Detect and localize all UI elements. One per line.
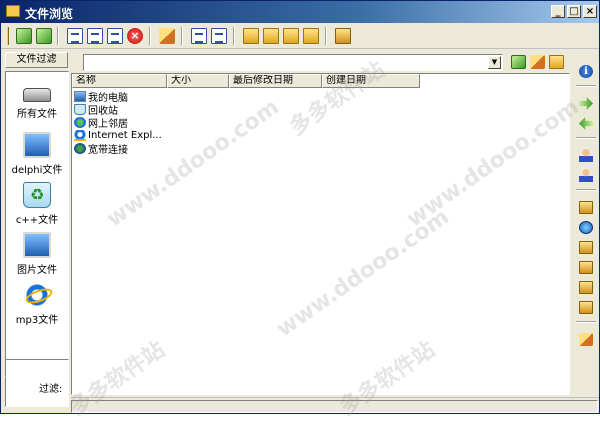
ie-icon xyxy=(23,282,51,308)
maximize-button[interactable]: □ xyxy=(567,5,581,18)
note-edit-icon[interactable] xyxy=(579,333,593,346)
user-export-icon[interactable] xyxy=(579,149,593,162)
delete-icon[interactable]: × xyxy=(127,28,143,44)
refresh-icon[interactable] xyxy=(16,28,32,44)
list-item[interactable]: 网上邻居 xyxy=(74,116,128,130)
info-icon[interactable]: i xyxy=(579,65,593,78)
ie-icon xyxy=(74,130,86,141)
browse-folder-icon[interactable] xyxy=(549,55,564,69)
filter-item-label: 所有文件 xyxy=(17,109,57,120)
column-modified[interactable]: 最后修改日期 xyxy=(229,74,322,88)
filter-item-label: c++文件 xyxy=(15,215,59,226)
copy-icon[interactable] xyxy=(67,28,83,44)
list-item-name: Internet Expl... xyxy=(88,130,162,141)
recycle-icon xyxy=(23,182,51,208)
panel-separator xyxy=(576,321,596,323)
forward-arrow-icon[interactable] xyxy=(579,97,593,110)
monitor-icon xyxy=(23,232,51,258)
path-combobox[interactable]: ▼ xyxy=(83,54,503,71)
toolbar-separator xyxy=(325,27,327,45)
properties-icon[interactable] xyxy=(107,28,123,44)
list-item[interactable]: 宽带连接 xyxy=(74,142,128,156)
folder-icon xyxy=(6,5,20,17)
globe-icon[interactable] xyxy=(579,221,593,234)
archive-icon[interactable] xyxy=(579,261,593,274)
export-icon[interactable] xyxy=(36,28,52,44)
bookmark-icon[interactable] xyxy=(211,28,227,44)
filter-item-all-files[interactable]: 所有文件 xyxy=(6,80,68,120)
page-icon[interactable] xyxy=(191,28,207,44)
view-icon[interactable] xyxy=(87,28,103,44)
status-bar xyxy=(71,397,599,413)
toolbar-separator xyxy=(233,27,235,45)
filter-item-images[interactable]: 图片文件 xyxy=(6,232,68,276)
panel-separator xyxy=(576,85,596,87)
panel-separator xyxy=(576,137,596,139)
folder-move-icon[interactable] xyxy=(263,28,279,44)
filter-item-label: 图片文件 xyxy=(17,265,57,276)
filter-panel-header[interactable]: 文件过滤 xyxy=(5,52,68,68)
folder-new-icon[interactable] xyxy=(303,28,319,44)
filter-panel: 文件过滤 所有文件 delphi文件 c++文件 图片文件 mp3文件 xyxy=(5,51,69,411)
chevron-down-icon[interactable]: ▼ xyxy=(488,56,501,69)
monitor-icon xyxy=(23,132,51,158)
list-header: 名称 大小 最后修改日期 创建日期 xyxy=(72,74,420,88)
edit-icon[interactable] xyxy=(159,28,175,44)
calendar-icon[interactable] xyxy=(579,201,593,214)
status-cell xyxy=(71,400,598,413)
toolbar-separator xyxy=(181,27,183,45)
main-area: ▼ 名称 大小 最后修改日期 创建日期 我的电脑 回收站 网上邻居 Intern… xyxy=(71,51,571,395)
up-folder-icon[interactable] xyxy=(530,55,545,69)
broadband-icon xyxy=(74,143,86,154)
filter-label: 过滤: xyxy=(39,384,63,395)
toolbar: × xyxy=(1,23,599,49)
toolbar-separator xyxy=(57,27,59,45)
list-item-name: 网上邻居 xyxy=(88,119,128,130)
title-bar[interactable]: 文件浏览 _ □ × xyxy=(1,1,599,23)
mail-folder-icon[interactable] xyxy=(579,281,593,294)
filter-list[interactable]: 所有文件 delphi文件 c++文件 图片文件 mp3文件 xyxy=(5,71,69,407)
column-created[interactable]: 创建日期 xyxy=(322,74,420,88)
search-folder-icon[interactable] xyxy=(579,241,593,254)
close-button[interactable]: × xyxy=(583,5,597,18)
column-name[interactable]: 名称 xyxy=(72,74,167,88)
recycle-bin-icon xyxy=(74,104,86,115)
minimize-button[interactable]: _ xyxy=(551,5,565,18)
back-arrow-icon[interactable] xyxy=(579,117,593,130)
file-list[interactable]: 名称 大小 最后修改日期 创建日期 我的电脑 回收站 网上邻居 Internet… xyxy=(71,73,570,395)
filter-item-label: delphi文件 xyxy=(11,165,63,176)
filter-item-mp3[interactable]: mp3文件 xyxy=(6,282,68,326)
toolbar-grip[interactable] xyxy=(7,27,10,45)
network-icon xyxy=(74,117,86,128)
list-item-name: 宽带连接 xyxy=(88,145,128,156)
filter-input[interactable] xyxy=(5,359,69,377)
computer-icon xyxy=(74,91,86,102)
file-browser-window: 文件浏览 _ □ × × 文件过滤 所有文件 delphi文件 ♻ c++文件 … xyxy=(0,0,600,421)
filter-item-delphi[interactable]: delphi文件 xyxy=(6,132,68,176)
folder-copy-icon[interactable] xyxy=(283,28,299,44)
settings-icon[interactable] xyxy=(335,28,351,44)
go-icon[interactable] xyxy=(511,55,526,69)
window-title: 文件浏览 xyxy=(25,7,74,21)
action-panel: i xyxy=(572,51,598,395)
folder-open-icon[interactable] xyxy=(243,28,259,44)
filter-item-label: mp3文件 xyxy=(15,315,59,326)
panel-separator xyxy=(576,189,596,191)
send-folder-icon[interactable] xyxy=(579,301,593,314)
user-import-icon[interactable] xyxy=(579,169,593,182)
drive-icon xyxy=(23,88,51,102)
filter-item-cpp[interactable]: c++文件 xyxy=(6,182,68,226)
toolbar-separator xyxy=(149,27,151,45)
column-size[interactable]: 大小 xyxy=(167,74,229,88)
